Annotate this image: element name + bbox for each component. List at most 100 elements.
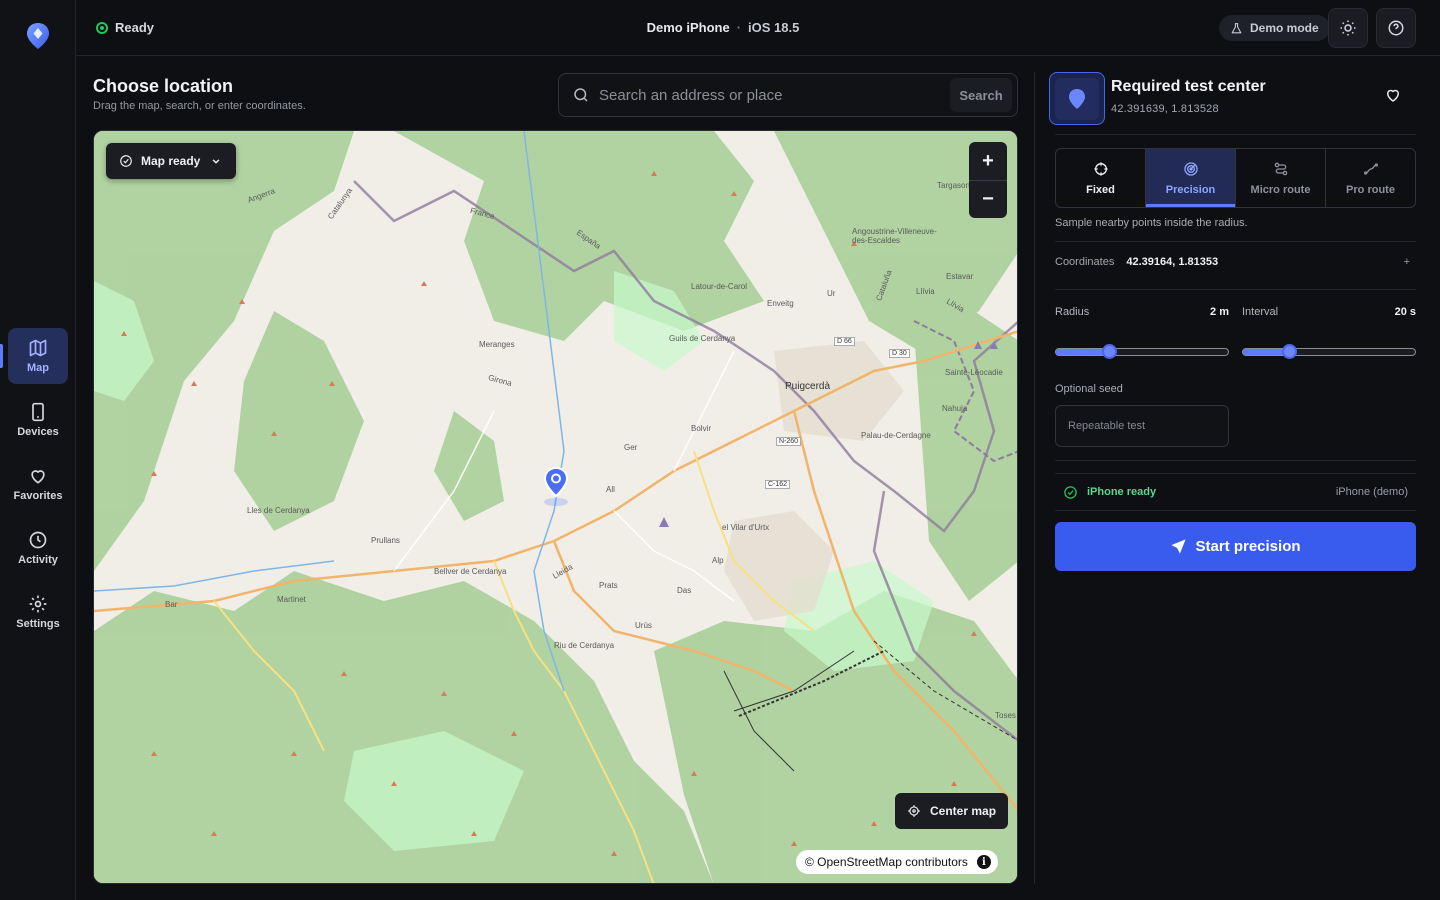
attribution-text: © OpenStreetMap contributors xyxy=(805,855,968,869)
search-button[interactable]: Search xyxy=(950,78,1012,112)
map-place-label: Alp xyxy=(712,556,724,565)
mode-fixed[interactable]: Fixed xyxy=(1056,149,1145,207)
search-bar: Search xyxy=(558,73,1018,117)
device-name-label: iPhone (demo) xyxy=(1335,486,1408,498)
sidebar-item-favorites[interactable]: Favorites xyxy=(8,456,68,512)
mode-label: Micro route xyxy=(1250,183,1311,196)
interval-label: Interval xyxy=(1242,306,1279,318)
sidebar-nav: Map Devices Favorites Activity Settings xyxy=(0,328,76,648)
topbar: Ready Demo iPhone · iOS 18.5 Demo mode xyxy=(76,0,1440,56)
interval-slider-thumb[interactable] xyxy=(1282,344,1298,359)
map-place-label: Nahuja xyxy=(942,404,968,413)
map-road-label: D 30 xyxy=(889,349,910,358)
mode-precision[interactable]: Precision xyxy=(1145,149,1235,207)
interval-slider[interactable] xyxy=(1242,344,1416,359)
panel-divider xyxy=(1055,134,1416,135)
phone-icon xyxy=(32,402,44,422)
panel-divider xyxy=(1034,72,1035,884)
coordinates-row[interactable]: Coordinates 42.39164, 1.81353 + xyxy=(1055,256,1416,268)
start-precision-button[interactable]: Start precision xyxy=(1055,522,1416,571)
map-place-label: Sainte-Léocadie xyxy=(945,368,1003,377)
help-icon xyxy=(1388,20,1404,36)
zoom-in-button[interactable]: + xyxy=(969,142,1007,180)
radar-icon xyxy=(1183,161,1198,176)
demo-mode-badge[interactable]: Demo mode xyxy=(1219,15,1330,41)
map-place-label: Bar xyxy=(165,600,178,609)
panel-divider xyxy=(1055,289,1416,290)
map-status-dropdown[interactable]: Map ready xyxy=(106,143,237,179)
coordinates-label: Coordinates xyxy=(1055,256,1115,268)
device-ready-text: iPhone ready xyxy=(1087,486,1157,498)
map-place-label: Prullans xyxy=(371,536,400,545)
check-circle-icon xyxy=(120,155,132,167)
radius-control: Radius 2 m xyxy=(1055,306,1229,359)
sidebar-item-settings[interactable]: Settings xyxy=(8,584,68,640)
mode-label: Fixed xyxy=(1086,183,1115,196)
device-name: Demo iPhone xyxy=(646,20,730,35)
radius-label: Radius xyxy=(1055,306,1090,318)
map-place-label: Estavar xyxy=(946,272,974,281)
panel-divider xyxy=(1055,473,1416,474)
sidebar-item-label: Favorites xyxy=(13,490,63,502)
mode-label: Precision xyxy=(1165,183,1216,196)
mode-label: Pro route xyxy=(1346,183,1395,196)
device-ready-row: iPhone ready iPhone (demo) xyxy=(1055,474,1416,510)
search-icon xyxy=(574,88,588,102)
map-place-label: Urús xyxy=(635,621,652,630)
sidebar-item-label: Activity xyxy=(18,554,58,566)
sidebar-item-devices[interactable]: Devices xyxy=(8,392,68,448)
map-road-label: C-162 xyxy=(765,480,791,489)
sidebar-item-activity[interactable]: Activity xyxy=(8,520,68,576)
search-input[interactable] xyxy=(590,74,950,116)
navigation-arrow-icon xyxy=(1171,539,1187,554)
radius-slider[interactable] xyxy=(1055,344,1229,359)
panel-divider xyxy=(1055,241,1416,242)
seed-input[interactable] xyxy=(1055,405,1229,447)
map-place-label: Bellver de Cerdanya xyxy=(434,567,507,576)
page-subtitle: Drag the map, search, or enter coordinat… xyxy=(93,100,306,112)
location-title: Required test center xyxy=(1111,78,1266,95)
demo-mode-label: Demo mode xyxy=(1250,21,1319,35)
check-circle-icon xyxy=(1064,485,1077,499)
coordinates-value: 42.39164, 1.81353 xyxy=(1126,256,1219,268)
radius-slider-thumb[interactable] xyxy=(1102,344,1118,359)
expand-coordinates-button[interactable]: + xyxy=(1404,256,1410,268)
location-badge xyxy=(1049,72,1105,125)
mode-micro-route[interactable]: Micro route xyxy=(1235,149,1325,207)
center-map-button[interactable]: Center map xyxy=(895,793,1009,829)
map-place-label: Prats xyxy=(599,581,618,590)
route-icon xyxy=(1274,162,1287,175)
map-place-label: Llívia xyxy=(916,287,935,296)
interval-control: Interval 20 s xyxy=(1242,306,1416,359)
map-place-label: Angoustrine-Villeneuve-des-Escaldes xyxy=(852,227,937,245)
sidebar-item-label: Map xyxy=(27,362,49,374)
mode-pro-route[interactable]: Pro route xyxy=(1325,149,1415,207)
map-place-label: el Vilar d'Urtx xyxy=(722,523,770,532)
seed-label: Optional seed xyxy=(1055,383,1123,395)
panel-divider xyxy=(1055,510,1416,511)
map-icon xyxy=(29,339,47,357)
heart-icon xyxy=(31,470,45,484)
map-place-label: Ger xyxy=(624,443,638,452)
theme-toggle-button[interactable] xyxy=(1328,8,1368,48)
map-place-label: Guils de Cerdanya xyxy=(669,334,736,343)
map-pin-icon xyxy=(1069,88,1085,109)
map-place-label: Palau-de-Cerdagne xyxy=(861,431,931,440)
info-icon[interactable]: i xyxy=(976,855,991,869)
map-place-label: Lles de Cerdanya xyxy=(247,506,310,515)
map-place-label: Martinet xyxy=(277,595,306,604)
map-view[interactable]: Targasonne Angoustrine-Villeneuve-des-Es… xyxy=(93,130,1018,884)
help-button[interactable] xyxy=(1376,8,1416,48)
chevron-down-icon xyxy=(212,159,220,164)
zoom-out-button[interactable]: − xyxy=(969,180,1007,218)
location-badge-inner xyxy=(1055,77,1099,120)
location-pin-icon[interactable] xyxy=(542,466,570,506)
map-place-label: Riu de Cerdanya xyxy=(554,641,615,650)
map-attribution[interactable]: © OpenStreetMap contributors i xyxy=(796,850,998,874)
location-coordinates: 42.391639, 1.813528 xyxy=(1111,103,1219,115)
radius-slider-fill xyxy=(1056,349,1110,355)
gear-icon xyxy=(29,595,47,613)
center-map-label: Center map xyxy=(930,804,997,818)
favorite-button[interactable] xyxy=(1384,86,1408,110)
sidebar-item-map[interactable]: Map xyxy=(0,328,68,384)
